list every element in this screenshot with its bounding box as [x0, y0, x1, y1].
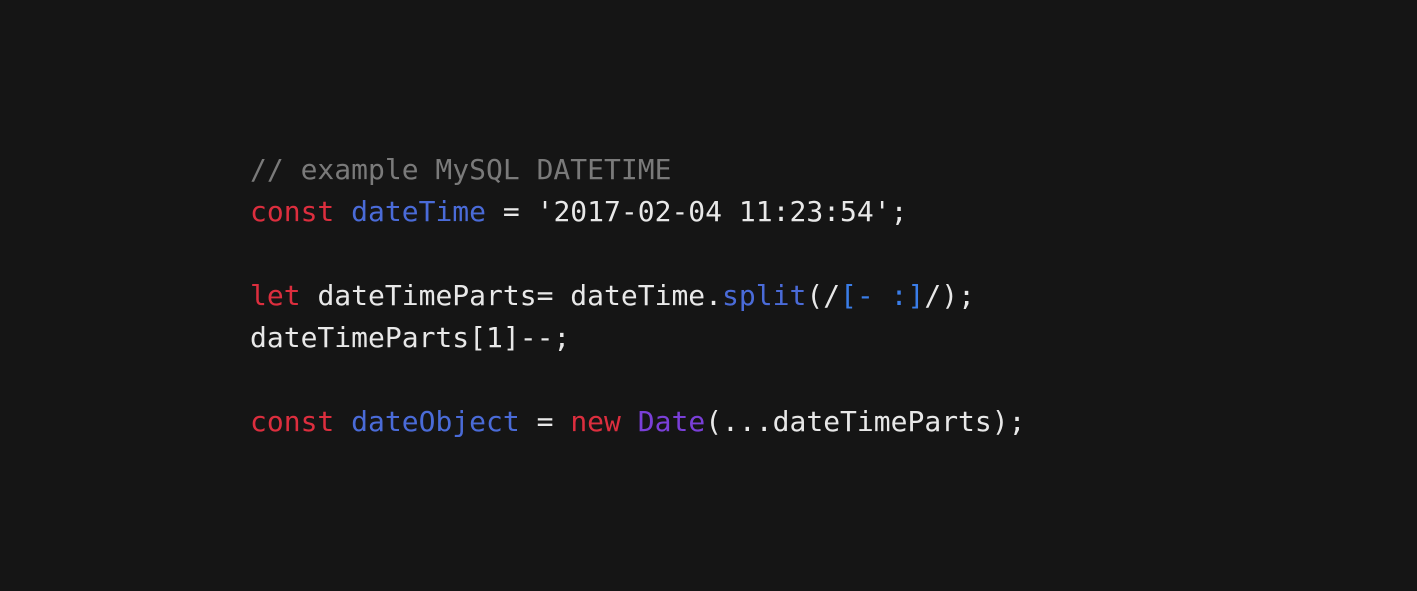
- string-literal: '2017-02-04 11:23:54': [537, 195, 891, 228]
- regex-delimiter: /: [924, 279, 941, 312]
- identifier: dateTimeParts: [317, 279, 536, 312]
- code-text: [301, 279, 318, 312]
- method-call: split: [722, 279, 806, 312]
- identifier: dateObject: [351, 405, 520, 438]
- keyword-let: let: [250, 279, 301, 312]
- code-text: ;: [958, 279, 975, 312]
- code-text: ): [941, 279, 958, 312]
- code-text: [334, 405, 351, 438]
- keyword-const: const: [250, 405, 334, 438]
- code-text: ;: [891, 195, 908, 228]
- code-block: // example MySQL DATETIME const dateTime…: [250, 149, 1025, 443]
- code-text: =: [486, 195, 537, 228]
- code-text: ;: [1009, 405, 1026, 438]
- code-text: = dateTime.: [537, 279, 722, 312]
- code-text: (...dateTimeParts): [705, 405, 1008, 438]
- code-text: [621, 405, 638, 438]
- code-text: dateTimeParts[1]--;: [250, 321, 570, 354]
- regex-char-class: [- :]: [840, 279, 924, 312]
- code-text: =: [520, 405, 571, 438]
- keyword-new: new: [570, 405, 621, 438]
- code-text: (: [806, 279, 823, 312]
- code-text: [334, 195, 351, 228]
- class-name: Date: [638, 405, 705, 438]
- identifier: dateTime: [351, 195, 486, 228]
- regex-delimiter: /: [823, 279, 840, 312]
- code-comment: // example MySQL DATETIME: [250, 153, 671, 186]
- keyword-const: const: [250, 195, 334, 228]
